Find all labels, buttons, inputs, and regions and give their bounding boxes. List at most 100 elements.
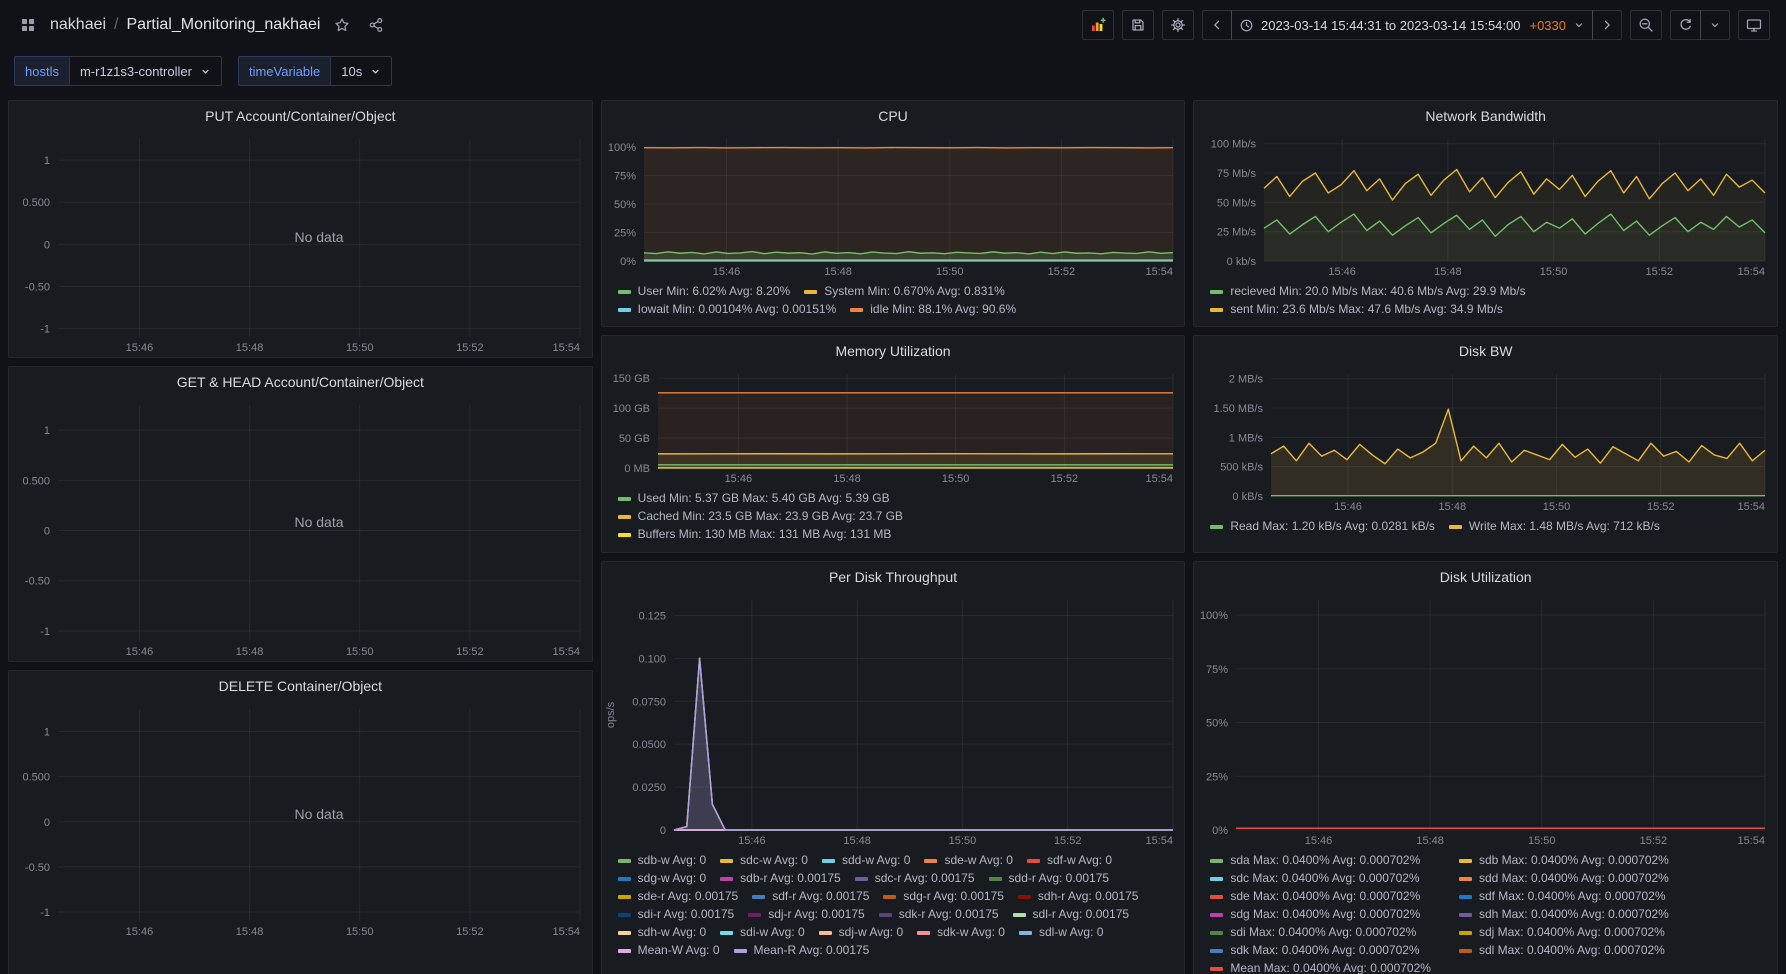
share-icon[interactable] [364,13,388,37]
save-dashboard-button[interactable] [1121,10,1154,40]
legend-item[interactable]: sdc Max: 0.0400% Avg: 0.000702% [1210,870,1431,887]
legend-item[interactable]: Read Max: 1.20 kB/s Avg: 0.0281 kB/s [1210,518,1435,535]
svg-text:0: 0 [44,526,50,538]
legend-item[interactable]: sdd-w Avg: 0 [821,852,910,869]
legend-item[interactable]: sdk-w Avg: 0 [917,924,1005,941]
legend-item[interactable]: sdg-r Avg: 0.00175 [883,888,1004,905]
legend-item[interactable]: Write Max: 1.48 MB/s Avg: 712 kB/s [1448,518,1660,535]
svg-text:15:54: 15:54 [1145,266,1173,278]
legend-item[interactable]: sda Max: 0.0400% Avg: 0.000702% [1210,852,1431,869]
panel-title[interactable]: CPU [602,101,1185,131]
legend-item[interactable]: sdh-w Avg: 0 [617,924,706,941]
svg-text:15:48: 15:48 [236,646,264,658]
legend-item[interactable]: recieved Min: 20.0 Mb/s Max: 40.6 Mb/s A… [1210,283,1767,300]
time-range-label: 2023-03-14 15:44:31 to 2023-03-14 15:54:… [1260,17,1521,33]
legend-item[interactable]: sdj Max: 0.0400% Avg: 0.000702% [1458,924,1669,941]
legend-item[interactable]: sdj-w Avg: 0 [818,924,903,941]
panel-title[interactable]: Network Bandwidth [1194,101,1777,131]
legend-item[interactable]: sdd-r Avg: 0.00175 [988,870,1109,887]
legend-item[interactable]: sdi-r Avg: 0.00175 [617,906,734,923]
legend-item[interactable]: sdh Max: 0.0400% Avg: 0.000702% [1458,906,1669,923]
legend-label: sent Min: 23.6 Mb/s Max: 47.6 Mb/s Avg: … [1230,302,1503,316]
legend-item[interactable]: sdl-r Avg: 0.00175 [1012,906,1129,923]
legend-item[interactable]: sdj-r Avg: 0.00175 [748,906,865,923]
svg-text:50 Mb/s: 50 Mb/s [1217,197,1257,209]
time-shift-back-button[interactable] [1201,10,1232,40]
legend-item[interactable]: sdh-r Avg: 0.00175 [1017,888,1139,905]
svg-text:0.500: 0.500 [22,772,50,784]
legend-item[interactable]: sdk-r Avg: 0.00175 [878,906,999,923]
legend-item[interactable]: sent Min: 23.6 Mb/s Max: 47.6 Mb/s Avg: … [1210,301,1767,318]
legend-item[interactable]: sdf-r Avg: 0.00175 [752,888,869,905]
panel-title[interactable]: Memory Utilization [602,336,1185,366]
legend-swatch [1018,930,1032,935]
svg-text:0: 0 [44,239,50,251]
kiosk-mode-button[interactable] [1738,10,1770,40]
refresh-button[interactable] [1670,10,1701,40]
legend-item[interactable]: sde Max: 0.0400% Avg: 0.000702% [1210,888,1431,905]
column-right: Network Bandwidth 15:46 15:48 15:50 15:52 15… [1193,100,1779,974]
per-disk-throughput-chart[interactable]: 15:46 15:48 15:50 15:52 15:54 0 0.0250 0.0500 0.… [602,592,1185,850]
panel-title[interactable]: Per Disk Throughput [602,562,1185,592]
legend-item[interactable]: Buffers Min: 130 MB Max: 131 MB Avg: 131… [617,526,1175,543]
legend-item[interactable]: Mean Max: 0.0400% Avg: 0.000702% [1210,960,1431,974]
legend-item[interactable]: Used Min: 5.37 GB Max: 5.40 GB Avg: 5.39… [617,490,1175,507]
legend-item[interactable]: sde-w Avg: 0 [924,852,1013,869]
star-icon[interactable] [330,13,354,37]
svg-text:15:50: 15:50 [346,342,374,354]
legend-item[interactable]: sde-r Avg: 0.00175 [617,888,738,905]
legend-item[interactable]: Mean-R Avg: 0.00175 [733,942,869,959]
panel-memory: Memory Utilization 15:46 15:48 15:50 15:52 1… [600,335,1186,553]
legend-item[interactable]: sdi-w Avg: 0 [720,924,805,941]
disk-utilization-chart[interactable]: 15:46 15:48 15:50 15:52 15:54 0% 25% 50% 75% 100% [1194,592,1777,850]
legend-item[interactable]: User Min: 6.02% Avg: 8.20% [617,283,790,300]
apps-grid-icon[interactable] [16,13,40,37]
legend-item[interactable]: idle Min: 88.1% Avg: 90.6% [850,301,1016,318]
legend-item[interactable]: sdb-w Avg: 0 [617,852,706,869]
delete-chart[interactable]: 15:46 15:48 15:50 15:52 15:54 1 0.500 0 -0.50 -1 N… [9,701,592,941]
add-panel-button[interactable] [1081,10,1114,40]
legend-label: sdc-r Avg: 0.00175 [874,871,975,885]
disk-bw-chart[interactable]: 15:46 15:48 15:50 15:52 15:54 0 kB/s 500 kB/s 1… [1194,366,1777,516]
legend-item[interactable]: System Min: 0.670% Avg: 0.831% [804,283,1005,300]
panel-title[interactable]: GET & HEAD Account/Container/Object [9,367,592,397]
legend-item[interactable]: sdk Max: 0.0400% Avg: 0.000702% [1210,942,1431,959]
dashboard-settings-button[interactable] [1161,10,1194,40]
legend-label: sdk Max: 0.0400% Avg: 0.000702% [1230,943,1420,957]
panel-title[interactable]: Disk Utilization [1194,562,1777,592]
legend-swatch [1210,524,1224,529]
legend-item[interactable]: sdf Max: 0.0400% Avg: 0.000702% [1458,888,1669,905]
panel-title[interactable]: DELETE Container/Object [9,671,592,701]
memory-chart[interactable]: 15:46 15:48 15:50 15:52 15:54 0 MB 50 GB 100 GB… [602,366,1185,488]
time-range-picker[interactable]: 2023-03-14 15:44:31 to 2023-03-14 15:54:… [1230,10,1593,40]
get-head-chart[interactable]: 15:46 15:48 15:50 15:52 15:54 1 0.500 0 -0.50 -1 N… [9,397,592,661]
legend-item[interactable]: sdi Max: 0.0400% Avg: 0.000702% [1210,924,1431,941]
refresh-interval-dropdown[interactable] [1700,10,1730,40]
panel-title[interactable]: Disk BW [1194,336,1777,366]
cpu-chart[interactable]: 15:46 15:48 15:50 15:52 15:54 0% 25% 50% 75% 100% [602,131,1185,281]
variable-value-dropdown[interactable]: m-r1z1s3-controller [68,56,222,86]
legend-item[interactable]: Iowait Min: 0.00104% Avg: 0.00151% [617,301,836,318]
legend-item[interactable]: sdd Max: 0.0400% Avg: 0.000702% [1458,870,1669,887]
legend-item[interactable]: sdb-r Avg: 0.00175 [720,870,841,887]
panel-title[interactable]: PUT Account/Container/Object [9,101,592,131]
variable-value-dropdown[interactable]: 10s [330,56,393,86]
legend-item[interactable]: sdg-w Avg: 0 [617,870,706,887]
legend-item[interactable]: sdl-w Avg: 0 [1018,924,1103,941]
legend-item[interactable]: sdf-w Avg: 0 [1026,852,1112,869]
legend-item[interactable]: sdl Max: 0.0400% Avg: 0.000702% [1458,942,1669,959]
legend-item[interactable]: sdb Max: 0.0400% Avg: 0.000702% [1458,852,1669,869]
legend-item[interactable]: sdg Max: 0.0400% Avg: 0.000702% [1210,906,1431,923]
time-shift-forward-button[interactable] [1592,10,1622,40]
legend-item[interactable]: Cached Min: 23.5 GB Max: 23.9 GB Avg: 23… [617,508,1175,525]
legend-item[interactable]: sdc-w Avg: 0 [720,852,808,869]
legend-item[interactable]: Mean-W Avg: 0 [617,942,720,959]
breadcrumb-org[interactable]: nakhaei [50,16,106,34]
svg-text:0%: 0% [1212,825,1228,837]
legend-label: sdh-r Avg: 0.00175 [1037,889,1139,903]
put-chart[interactable]: 15:46 15:48 15:50 15:52 15:54 1 0.500 0 -0.50 -1 N… [9,131,592,357]
legend-item[interactable]: sdc-r Avg: 0.00175 [854,870,975,887]
zoom-out-time-button[interactable] [1630,10,1662,40]
breadcrumb-dashboard[interactable]: Partial_Monitoring_nakhaei [127,16,321,34]
network-bandwidth-chart[interactable]: 15:46 15:48 15:50 15:52 15:54 0 kb/s 25 Mb/s 50… [1194,131,1777,281]
